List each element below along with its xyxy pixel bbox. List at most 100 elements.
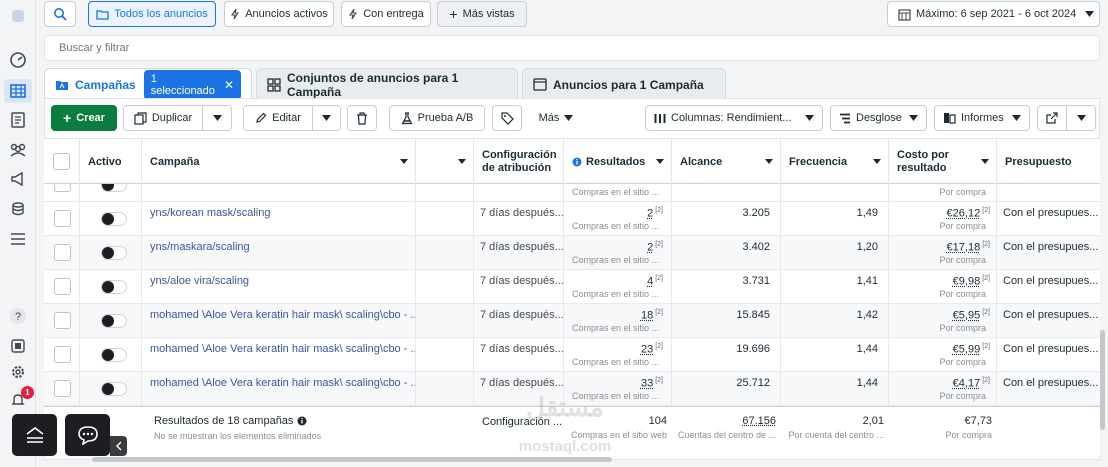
- export-dropdown-button[interactable]: [1066, 105, 1096, 131]
- ads-manager-table-icon[interactable]: [4, 79, 32, 103]
- search-icon: [53, 7, 67, 21]
- tab-ads[interactable]: Anuncios para 1 Campaña: [522, 68, 726, 100]
- row-checkbox[interactable]: [54, 244, 71, 261]
- row-checkbox[interactable]: [54, 346, 71, 363]
- results-value[interactable]: 2: [647, 208, 653, 220]
- campaign-name-link[interactable]: yns/korean mask/scaling: [142, 202, 416, 236]
- create-label: Crear: [76, 112, 105, 124]
- tag-button[interactable]: [492, 105, 522, 131]
- view-active-ads-tab[interactable]: Anuncios activos: [224, 1, 334, 27]
- row-toggle[interactable]: [101, 246, 127, 260]
- frequency-cell: 1,20: [781, 236, 889, 270]
- clear-selection-close-icon[interactable]: ✕: [224, 78, 234, 92]
- edit-button[interactable]: Editar: [243, 105, 313, 131]
- row-toggle[interactable]: [101, 184, 127, 192]
- col-header-budget[interactable]: Presupuesto: [997, 139, 1100, 185]
- campaign-name-link[interactable]: mohamed \Aloe Vera keratin hair mask\ sc…: [142, 304, 416, 338]
- cost-cell: €5,95 [2] Por compra: [889, 304, 997, 338]
- cost-value[interactable]: €9,98: [953, 276, 981, 288]
- search-button[interactable]: [44, 1, 76, 27]
- row-toggle[interactable]: [101, 280, 127, 294]
- col-header-cost[interactable]: Costo por resultado: [889, 139, 997, 185]
- events-manager-icon[interactable]: [8, 336, 28, 356]
- row-checkbox[interactable]: [54, 380, 71, 397]
- billing-stack-icon[interactable]: [8, 199, 28, 219]
- help-question-icon[interactable]: ?: [8, 306, 28, 326]
- more-views-button[interactable]: + Más vistas: [437, 1, 527, 27]
- cost-value[interactable]: €26,12: [947, 208, 981, 220]
- settings-gear-icon[interactable]: [8, 362, 28, 382]
- view-delivering-tab[interactable]: Con entrega: [341, 1, 431, 27]
- row-toggle[interactable]: [101, 314, 127, 328]
- sort-caret-icon: [656, 159, 664, 164]
- pages-document-icon[interactable]: [8, 110, 28, 130]
- campaign-name-link[interactable]: yns/maskara/scaling: [142, 236, 416, 270]
- tab-adsets[interactable]: Conjuntos de anuncios para 1 Campaña: [256, 68, 518, 100]
- results-value[interactable]: 4: [647, 276, 653, 288]
- frequency-cell: 1,42: [781, 304, 889, 338]
- results-value[interactable]: 33: [641, 378, 653, 390]
- floating-chat-button[interactable]: [65, 414, 110, 456]
- col-header-active[interactable]: Activo: [80, 139, 142, 185]
- row-toggle[interactable]: [101, 382, 127, 396]
- delete-button[interactable]: [347, 105, 377, 131]
- table-row[interactable]: mohamed \Aloe Vera keratin hair mask\ sc…: [44, 304, 1100, 338]
- ab-test-button[interactable]: Prueba A/B: [389, 105, 485, 131]
- campaign-name-link[interactable]: mohamed \Aloe Vera keratin hair mask\ sc…: [142, 372, 416, 406]
- reports-dropdown[interactable]: Informes: [934, 105, 1030, 131]
- trash-icon: [356, 111, 368, 125]
- cost-value[interactable]: €5,95: [953, 310, 981, 322]
- row-toggle[interactable]: [101, 212, 127, 226]
- table-row[interactable]: yns/aloe vira/scaling 7 días después... 4[…: [44, 270, 1100, 304]
- collapse-panel-button[interactable]: [110, 436, 127, 456]
- search-filter-input[interactable]: [59, 40, 659, 56]
- create-button[interactable]: + Crear: [51, 105, 117, 131]
- cost-value[interactable]: €4,17: [953, 378, 981, 390]
- table-row[interactable]: yns/korean mask/scaling 7 días después...…: [44, 202, 1100, 236]
- footer-reach[interactable]: 67.156: [672, 415, 776, 427]
- results-value[interactable]: 23: [641, 344, 653, 356]
- results-value[interactable]: 2: [647, 242, 653, 254]
- col-header-reach[interactable]: Alcance: [672, 139, 781, 185]
- export-button[interactable]: [1037, 105, 1067, 131]
- cost-value[interactable]: €5,99: [953, 344, 981, 356]
- breakdown-dropdown[interactable]: Desglose: [830, 105, 927, 131]
- results-value[interactable]: 18: [641, 310, 653, 322]
- row-checkbox[interactable]: [54, 278, 71, 295]
- row-checkbox[interactable]: [54, 184, 71, 192]
- col-header-attribution[interactable]: Configuración de atribución: [474, 139, 564, 185]
- cost-sub: Por compra: [939, 391, 986, 401]
- more-actions-button[interactable]: Más: [530, 105, 582, 131]
- audiences-people-icon[interactable]: [8, 140, 28, 160]
- campaign-name-link[interactable]: yns/aloe vira/scaling: [142, 270, 416, 304]
- col-header-results[interactable]: Resultados: [564, 139, 672, 185]
- row-checkbox[interactable]: [54, 210, 71, 227]
- row-toggle[interactable]: [101, 348, 127, 362]
- horizontal-scrollbar[interactable]: [92, 457, 612, 462]
- col-header-extra[interactable]: [416, 139, 474, 185]
- all-tools-menu-icon[interactable]: [8, 229, 28, 249]
- view-all-ads-tab[interactable]: Todos los anuncios: [88, 1, 216, 27]
- campaign-name-link[interactable]: mohamed \Aloe Vera keratin hair mask\ sc…: [142, 338, 416, 372]
- table-row[interactable]: mohamed \Aloe Vera keratin hair mask\ sc…: [44, 338, 1100, 372]
- campaign-megaphone-icon[interactable]: [8, 169, 28, 189]
- tab-campaigns[interactable]: Campañas 1 seleccionado ✕: [44, 68, 252, 100]
- col-header-campaign[interactable]: Campaña: [142, 139, 416, 185]
- cost-value[interactable]: €17,18: [947, 242, 981, 254]
- columns-dropdown[interactable]: Columnas: Rendimient...: [645, 105, 823, 131]
- row-checkbox[interactable]: [54, 312, 71, 329]
- info-icon[interactable]: [297, 416, 307, 426]
- vertical-scrollbar[interactable]: [1100, 330, 1105, 430]
- select-all-checkbox[interactable]: [53, 153, 70, 170]
- chevron-down-icon: [1076, 115, 1086, 121]
- chevron-down-icon: [909, 115, 918, 121]
- duplicate-dropdown-button[interactable]: [202, 105, 232, 131]
- edit-dropdown-button[interactable]: [312, 105, 341, 131]
- col-header-frequency[interactable]: Frecuencia: [781, 139, 889, 185]
- table-row[interactable]: yns/maskara/scaling 7 días después... 2 [2]…: [44, 236, 1100, 270]
- floating-menu-button[interactable]: [12, 414, 57, 456]
- dashboard-gauge-icon[interactable]: [8, 50, 28, 70]
- date-range-picker[interactable]: Máximo: 6 sep 2021 - 6 oct 2024: [887, 1, 1100, 27]
- meta-logo-icon[interactable]: [8, 6, 28, 26]
- duplicate-button[interactable]: Duplicar: [123, 105, 203, 131]
